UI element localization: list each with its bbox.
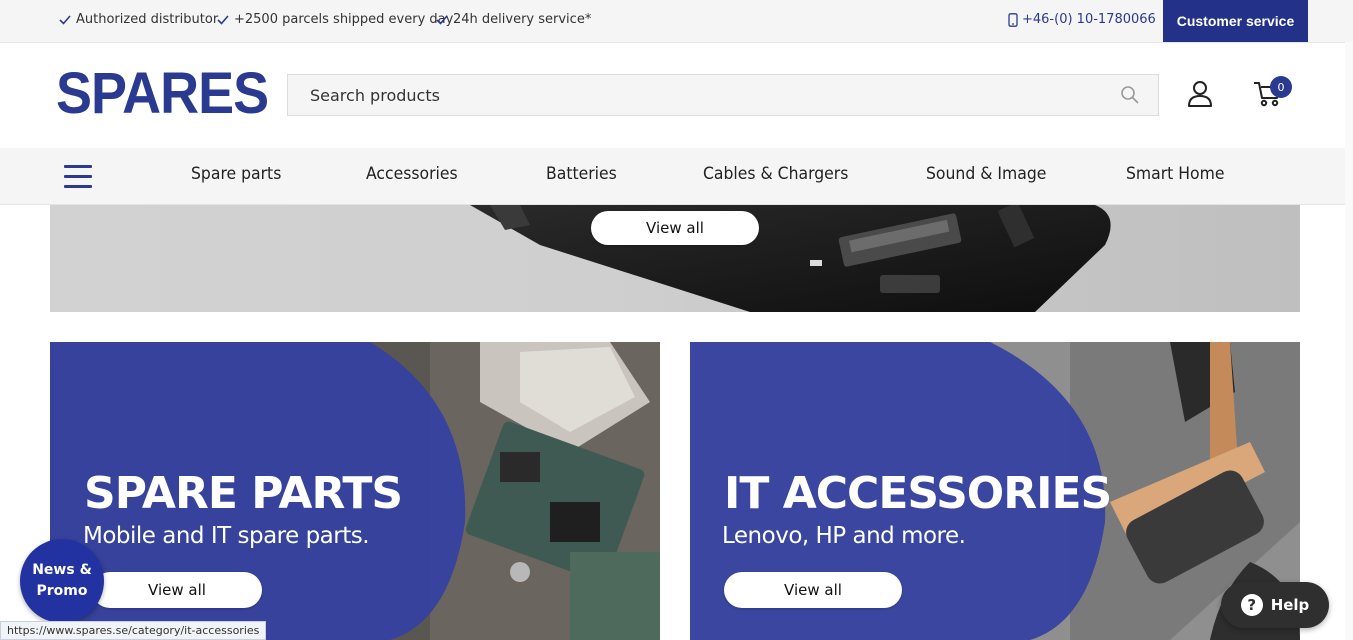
usp-label: 24h delivery service*	[453, 12, 592, 27]
it-accessories-subtitle: Lenovo, HP and more.	[722, 523, 966, 549]
phone-icon	[1008, 12, 1018, 27]
phone-number: +46-(0) 10-1780066	[1022, 12, 1156, 27]
it-accessories-view-all-button[interactable]: View all	[724, 572, 902, 608]
top-bar: Authorized distributor +2500 parcels shi…	[0, 0, 1353, 43]
customer-service-button[interactable]: Customer service	[1163, 0, 1308, 42]
usp-label: +2500 parcels shipped every day	[234, 12, 454, 27]
cart-count-badge: 0	[1270, 76, 1292, 98]
check-icon	[59, 14, 71, 25]
nav-accessories[interactable]: Accessories	[366, 164, 458, 184]
hamburger-menu-icon[interactable]	[64, 165, 92, 188]
hero-view-all-button[interactable]: View all	[591, 211, 759, 245]
main-nav: Spare parts Accessories Batteries Cables…	[0, 148, 1353, 205]
spare-parts-card[interactable]: SPARE PARTS Mobile and IT spare parts. V…	[50, 342, 660, 640]
help-label: Help	[1270, 596, 1310, 614]
it-accessories-card[interactable]: IT ACCESSORIES Lenovo, HP and more. View…	[690, 342, 1300, 640]
link-status-bar: https://www.spares.se/category/it-access…	[0, 621, 267, 640]
search-input[interactable]	[288, 75, 1108, 115]
usp-label: Authorized distributor	[76, 12, 219, 27]
news-promo-line2: Promo	[36, 583, 88, 599]
spare-parts-title: SPARE PARTS	[84, 468, 403, 519]
news-promo-line1: News &	[32, 562, 92, 578]
news-promo-button[interactable]: News & Promo	[20, 539, 104, 623]
nav-cables-chargers[interactable]: Cables & Chargers	[703, 164, 848, 184]
spare-parts-subtitle: Mobile and IT spare parts.	[83, 523, 370, 549]
phone-link[interactable]: +46-(0) 10-1780066	[1008, 12, 1156, 27]
usp-authorized: Authorized distributor	[58, 12, 218, 27]
hero-banner: View all	[50, 205, 1300, 312]
search-icon[interactable]	[1120, 85, 1140, 105]
question-icon: ?	[1240, 594, 1263, 616]
user-account-icon[interactable]	[1186, 80, 1214, 108]
scrollbar[interactable]	[1345, 42, 1353, 640]
nav-batteries[interactable]: Batteries	[546, 164, 617, 184]
usp-delivery: 24h delivery service*	[435, 12, 591, 27]
nav-smart-home[interactable]: Smart Home	[1126, 164, 1224, 184]
usp-parcels: +2500 parcels shipped every day	[216, 12, 453, 27]
it-accessories-title: IT ACCESSORIES	[724, 468, 1112, 519]
check-icon	[436, 14, 448, 25]
search-bar	[287, 74, 1159, 116]
check-icon	[217, 14, 229, 25]
spare-parts-view-all-button[interactable]: View all	[92, 572, 262, 608]
nav-sound-image[interactable]: Sound & Image	[926, 164, 1046, 184]
spares-logo[interactable]: SPARES	[56, 64, 269, 124]
nav-spare-parts[interactable]: Spare parts	[191, 164, 281, 184]
help-button[interactable]: ? Help	[1221, 582, 1329, 628]
